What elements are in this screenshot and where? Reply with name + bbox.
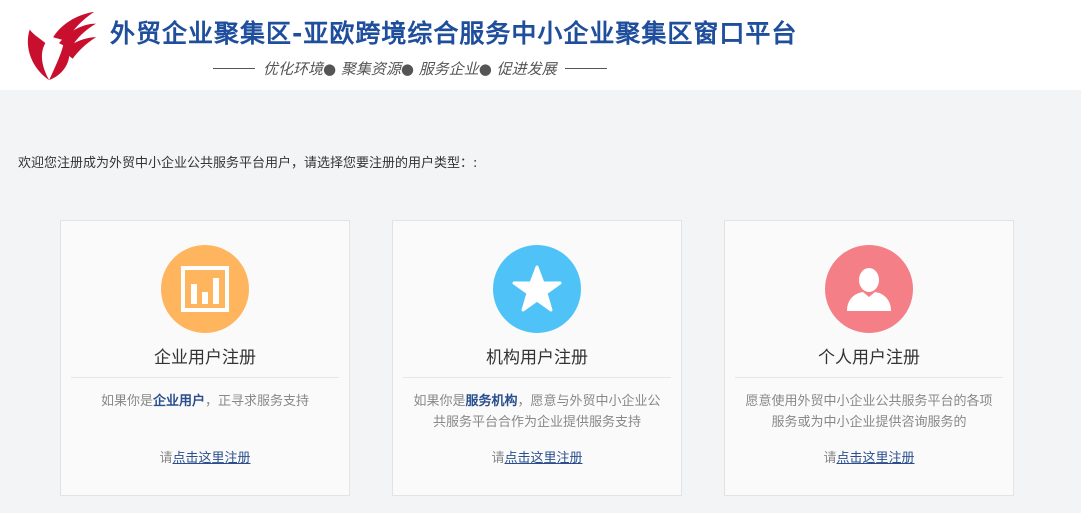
- register-prefix: 请: [491, 451, 505, 466]
- register-line: 请点击这里注册: [393, 447, 681, 466]
- site-title: 外贸企业聚集区-亚欧跨境综合服务中小企业聚集区窗口平台: [110, 19, 798, 48]
- intro-text: 欢迎您注册成为外贸中小企业公共服务平台用户，请选择您要注册的用户类型：:: [18, 156, 478, 171]
- card-description: 如果你是服务机构，愿意与外贸中小企业公共服务平台合作为企业提供服务支持: [411, 391, 663, 433]
- bar-chart-icon: [181, 266, 229, 312]
- card-title: 企业用户注册: [154, 348, 256, 368]
- register-prefix: 请: [159, 451, 173, 466]
- card-institution: 机构用户注册 如果你是服务机构，愿意与外贸中小企业公共服务平台合作为企业提供服务…: [392, 220, 682, 496]
- personal-icon-circle: [825, 245, 913, 333]
- enterprise-icon-circle: [161, 245, 249, 333]
- logo-icon: [27, 11, 97, 81]
- card-description: 愿意使用外贸中小企业公共服务平台的各项服务或为中小企业提供咨询服务的: [745, 394, 993, 430]
- site-header: 外贸企业聚集区-亚欧跨境综合服务中小企业聚集区窗口平台 优化环境● 聚集资源● …: [0, 0, 1081, 90]
- institution-icon-circle: [493, 245, 581, 333]
- register-link-personal[interactable]: 点击这里注册: [837, 451, 915, 466]
- user-icon: [847, 268, 891, 311]
- site-slogan: 优化环境● 聚集资源● 服务企业● 促进发展: [205, 58, 615, 79]
- card-divider: [735, 377, 1003, 378]
- slogan-line-right: [564, 68, 607, 69]
- card-description: 如果你是企业用户，正寻求服务支持: [79, 391, 331, 412]
- card-personal: 个人用户注册 愿意使用外贸中小企业公共服务平台的各项服务或为中小企业提供咨询服务…: [724, 220, 1014, 496]
- card-divider: [403, 377, 671, 378]
- star-icon: [512, 265, 562, 312]
- register-line: 请点击这里注册: [725, 447, 1013, 466]
- card-title: 个人用户注册: [818, 348, 920, 368]
- card-title: 机构用户注册: [486, 348, 588, 368]
- desc-prefix: 如果你是: [413, 394, 466, 409]
- desc-highlight: 服务机构: [465, 394, 518, 409]
- register-line: 请点击这里注册: [61, 447, 349, 466]
- slogan-line-left: [213, 68, 255, 69]
- desc-highlight: 企业用户: [152, 394, 205, 409]
- desc-prefix: 如果你是: [100, 394, 153, 409]
- register-link-enterprise[interactable]: 点击这里注册: [173, 451, 251, 466]
- card-enterprise: 企业用户注册 如果你是企业用户，正寻求服务支持 请点击这里注册: [60, 220, 350, 496]
- slogan-text: 优化环境● 聚集资源● 服务企业● 促进发展: [263, 60, 557, 78]
- register-link-institution[interactable]: 点击这里注册: [505, 451, 583, 466]
- card-divider: [71, 377, 339, 378]
- desc-suffix: ，正寻求服务支持: [205, 394, 310, 409]
- register-prefix: 请: [823, 451, 837, 466]
